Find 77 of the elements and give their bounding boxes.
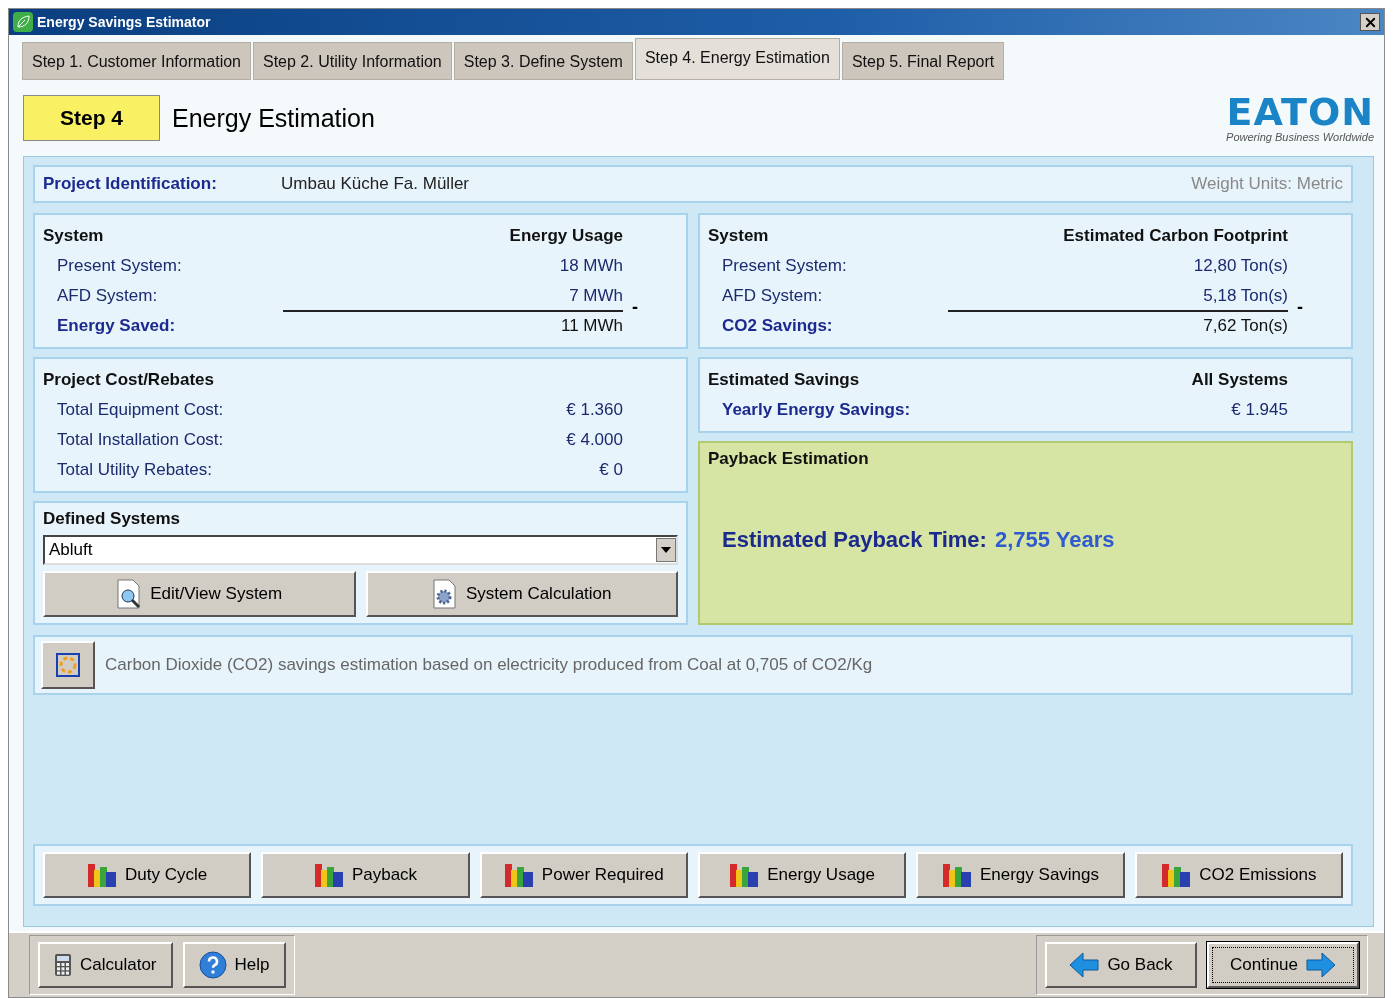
row-label: Present System: <box>722 256 847 276</box>
nav-button[interactable]: Continue <box>1207 942 1359 988</box>
left-arrow-icon <box>1069 952 1100 978</box>
tab[interactable]: Step 1. Customer Information <box>22 42 251 80</box>
row-label: Total Equipment Cost: <box>57 400 224 420</box>
project-label: Project Identification: <box>43 174 218 194</box>
bar-chart-icon <box>503 862 534 888</box>
gear-document-icon <box>432 579 458 609</box>
page-title: Energy Estimation <box>172 103 376 133</box>
bar-chart-icon <box>313 862 344 888</box>
column-header: Estimated Savings <box>708 370 860 390</box>
frame-button[interactable] <box>41 641 95 689</box>
systems-dropdown[interactable]: Abluft <box>43 535 678 565</box>
tab[interactable]: Step 2. Utility Information <box>253 42 452 80</box>
section-title: Defined Systems <box>43 509 180 528</box>
weight-units: Weight Units: Metric <box>1191 174 1343 194</box>
row-value: € 1.360 <box>566 400 623 420</box>
leaf-icon <box>13 12 33 32</box>
project-name: Umbau Küche Fa. Müller <box>281 174 470 194</box>
note-text: Carbon Dioxide (CO2) savings estimation based on electricity produced from Coal at 0,705 of CO2/Kg <box>105 655 873 675</box>
tab[interactable]: Step 3. Define System <box>453 42 633 80</box>
row-label: CO2 Savings: <box>722 316 833 336</box>
payback-value: 2,755 Years <box>994 527 1115 553</box>
column-header: System <box>43 226 104 246</box>
calculator-icon <box>54 953 72 977</box>
chart-button[interactable]: Payback <box>261 852 470 898</box>
row-label: Total Utility Rebates: <box>57 460 212 480</box>
section-title: Payback Estimation <box>708 449 870 469</box>
logo-tagline: Powering Business Worldwide <box>1226 131 1374 143</box>
column-header: System <box>708 226 769 246</box>
target-frame-icon <box>53 650 83 680</box>
logo: EATON <box>1226 93 1374 131</box>
bar-chart-icon <box>87 862 118 888</box>
minus-sign: - <box>632 297 638 318</box>
row-label: AFD System: <box>722 286 823 306</box>
payback-label: Estimated Payback Time: <box>722 527 987 553</box>
step-badge: Step 4 <box>23 95 160 141</box>
row-label: Energy Saved: <box>57 316 176 336</box>
row-value: 11 MWh <box>560 316 623 336</box>
column-header: Estimated Carbon Footprint <box>1063 226 1288 246</box>
row-value: 7 MWh <box>569 286 623 306</box>
row-label: Present System: <box>57 256 182 276</box>
chart-button[interactable]: Energy Usage <box>698 852 907 898</box>
chart-button[interactable]: CO2 Emissions <box>1134 852 1343 898</box>
bar-chart-icon <box>1161 862 1192 888</box>
footer-button[interactable]: Calculator <box>38 942 173 988</box>
magnifier-document-icon <box>116 579 143 609</box>
help-icon <box>198 951 227 979</box>
dropdown-arrow-icon <box>661 547 671 553</box>
tab[interactable]: Step 4. Energy Estimation <box>634 38 840 80</box>
system-button[interactable]: Edit/View System <box>43 571 356 617</box>
nav-button[interactable]: Go Back <box>1045 942 1197 988</box>
row-label: AFD System: <box>57 286 158 306</box>
tab[interactable]: Step 5. Final Report <box>841 42 1005 80</box>
right-arrow-icon <box>1306 952 1337 978</box>
row-value: 12,80 Ton(s) <box>1193 256 1288 276</box>
row-value: 18 MWh <box>559 256 623 276</box>
window-title: Energy Savings Estimator <box>37 14 212 30</box>
bar-chart-icon <box>941 862 972 888</box>
column-header: Energy Usage <box>509 226 623 246</box>
row-value: € 1.945 <box>1231 400 1288 420</box>
footer-button[interactable]: Help <box>182 942 286 988</box>
chart-button[interactable]: Energy Savings <box>916 852 1125 898</box>
chart-button[interactable]: Duty Cycle <box>43 852 252 898</box>
row-value: € 4.000 <box>566 430 623 450</box>
minus-sign: - <box>1297 297 1303 318</box>
system-button[interactable]: System Calculation <box>365 571 678 617</box>
close-button[interactable] <box>1360 13 1380 31</box>
row-value: 5,18 Ton(s) <box>1203 286 1288 306</box>
bar-chart-icon <box>729 862 760 888</box>
row-label: Yearly Energy Savings: <box>722 400 911 420</box>
column-header: Project Cost/Rebates <box>43 370 214 390</box>
chart-button[interactable]: Power Required <box>479 852 688 898</box>
row-label: Total Installation Cost: <box>57 430 224 450</box>
row-value: 7,62 Ton(s) <box>1203 316 1288 336</box>
column-header: All Systems <box>1191 370 1288 390</box>
row-value: € 0 <box>599 460 623 480</box>
